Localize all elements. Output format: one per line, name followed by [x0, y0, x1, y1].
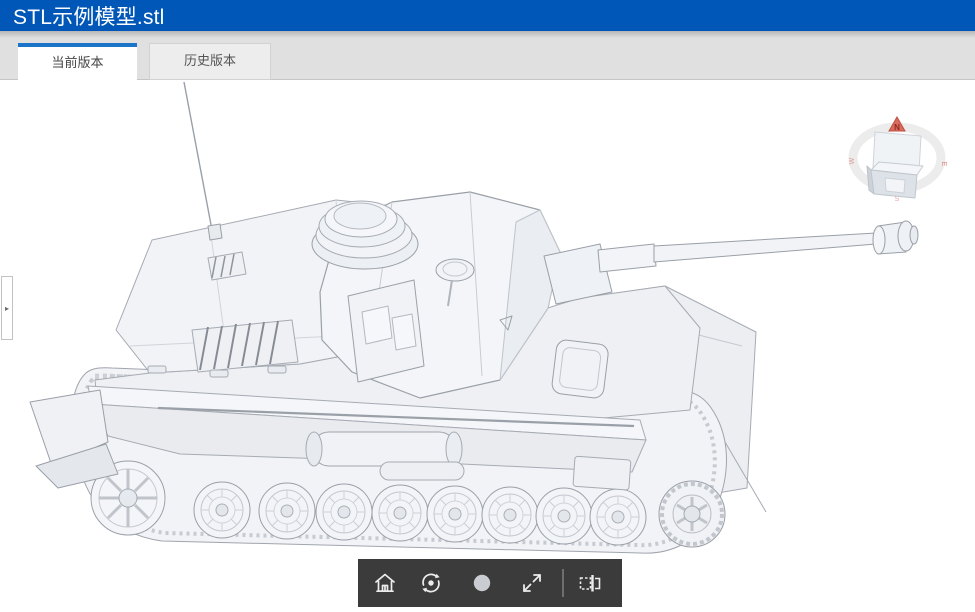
compass-west-label: W — [849, 157, 856, 164]
tab-current-version[interactable]: 当前版本 — [18, 43, 137, 81]
model-viewport[interactable]: N W E S ▸ — [0, 80, 975, 612]
compass-south-label: S — [895, 196, 900, 203]
circle-icon — [471, 572, 493, 594]
home-icon — [374, 572, 396, 594]
compass-north-label: N — [894, 123, 900, 132]
tab-history-version[interactable]: 历史版本 — [149, 43, 271, 80]
stl-viewer-app: STL示例模型.stl 当前版本 历史版本 — [0, 0, 975, 612]
viewer-toolbar — [358, 559, 622, 607]
orbit-button[interactable] — [413, 565, 449, 601]
viewcube-home-box[interactable] — [867, 132, 923, 198]
tank-3d-model — [0, 80, 975, 612]
compare-icon — [579, 572, 601, 594]
side-panel-toggle[interactable]: ▸ — [1, 276, 13, 340]
chevron-right-icon: ▸ — [5, 304, 9, 313]
viewcube-navigator[interactable]: N W E S — [845, 106, 950, 206]
title-bar: STL示例模型.stl — [0, 0, 975, 31]
render-mode-button[interactable] — [464, 565, 500, 601]
fullscreen-button[interactable] — [514, 565, 550, 601]
antenna — [184, 82, 212, 230]
orbit-icon — [420, 572, 442, 594]
expand-icon — [521, 572, 543, 594]
file-title: STL示例模型.stl — [13, 1, 165, 31]
compass-east-label: E — [940, 162, 947, 167]
home-view-button[interactable] — [367, 565, 403, 601]
version-tabstrip: 当前版本 历史版本 — [0, 31, 975, 80]
toolbar-divider — [562, 569, 564, 597]
compare-section-button[interactable] — [572, 565, 608, 601]
